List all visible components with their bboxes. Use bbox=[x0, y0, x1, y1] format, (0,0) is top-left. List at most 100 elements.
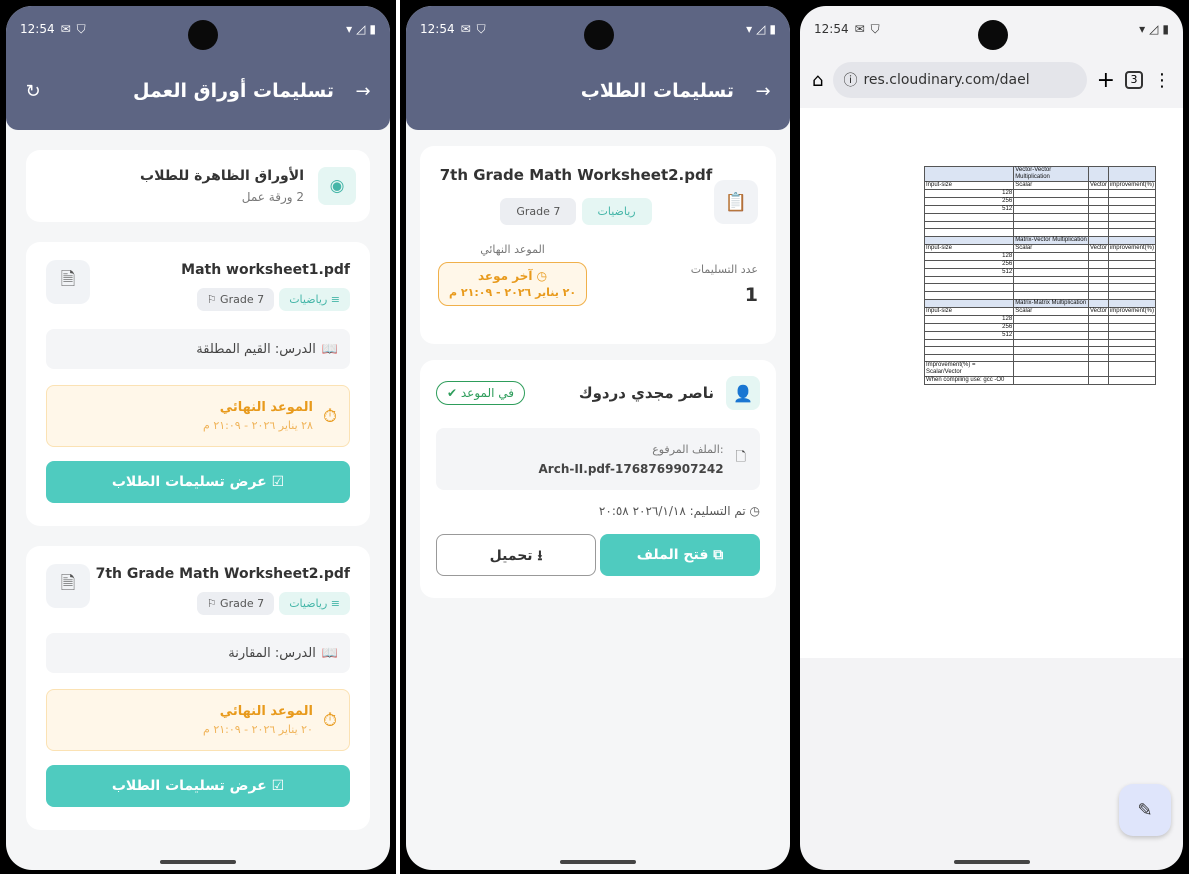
student-name: ناصر مجدي دردوك bbox=[578, 384, 714, 402]
checkbox-icon: ☑ bbox=[271, 474, 285, 490]
table-row bbox=[923, 220, 1157, 230]
home-icon[interactable]: ⌂ bbox=[812, 70, 823, 91]
table-cell bbox=[1087, 376, 1109, 386]
table-cell bbox=[1107, 228, 1157, 237]
page-title: تسليمات أوراق العمل bbox=[132, 80, 334, 102]
table-cell bbox=[1107, 259, 1157, 269]
visible-title: الأوراق الظاهرة للطلاب bbox=[140, 168, 304, 184]
table-cell bbox=[1107, 361, 1157, 378]
edit-fab[interactable]: ✎ bbox=[1119, 784, 1171, 836]
view-submissions-button[interactable]: ☑ عرض تسليمات الطلاب bbox=[46, 461, 350, 503]
clock-icon: ◷ bbox=[749, 504, 760, 518]
table-row: Input-size Scalar Vector improvement(%) bbox=[923, 181, 1157, 190]
table-cell: 128 bbox=[923, 251, 1015, 261]
table-row bbox=[923, 228, 1157, 237]
table-cell bbox=[1013, 338, 1089, 348]
more-icon[interactable]: ⋮ bbox=[1153, 70, 1171, 91]
phone-submissions: 12:54 ✉ ⛉ ▾ ◿ ▮ تسليمات الطلاب → 7th Gra… bbox=[400, 0, 796, 874]
app-bar: تسليمات الطلاب → bbox=[406, 52, 790, 130]
book-icon: 📖 bbox=[321, 341, 338, 357]
mail-icon: ✉ bbox=[854, 22, 865, 36]
url-bar[interactable]: ⓘ res.cloudinary.com/dael bbox=[833, 62, 1087, 98]
deadline-date: ٢٠ يناير ٢٠٢٦ - ٢١:٠٩ م bbox=[449, 286, 577, 299]
tab-count[interactable]: 3 bbox=[1125, 71, 1143, 89]
table-cell: 128 bbox=[923, 314, 1015, 324]
home-indicator bbox=[560, 860, 636, 864]
table-cell bbox=[923, 213, 1015, 222]
table-cell bbox=[1107, 189, 1157, 198]
table-cell bbox=[1087, 166, 1109, 182]
table-row bbox=[923, 290, 1157, 300]
refresh-icon[interactable]: ↻ bbox=[22, 81, 44, 102]
table-row bbox=[923, 346, 1157, 355]
view-submissions-button[interactable]: ☑ عرض تسليمات الطلاب bbox=[46, 765, 350, 807]
open-file-button[interactable]: فتح الملف ⧉ bbox=[600, 534, 760, 576]
table-cell bbox=[1087, 322, 1109, 332]
file-icon: 🗋 bbox=[735, 450, 746, 465]
deadline-date: ٢٨ يناير ٢٠٢٦ - ٢١:٠٩ م bbox=[203, 419, 313, 432]
uploaded-file-box[interactable]: الملف المرفوع: Arch-II.pdf-1768769907242… bbox=[436, 428, 760, 490]
student-submission-card: ✔ في الموعد ناصر مجدي دردوك 👤 الملف المر… bbox=[420, 360, 776, 598]
table-cell bbox=[1107, 267, 1157, 277]
document-icon: 🗎 bbox=[46, 260, 90, 304]
table-cell bbox=[1087, 290, 1109, 300]
book-icon: 📖 bbox=[321, 645, 338, 661]
back-arrow-icon[interactable]: → bbox=[752, 81, 774, 102]
checkbox-icon: ☑ bbox=[271, 778, 285, 794]
table-cell bbox=[1087, 213, 1109, 222]
table-row bbox=[923, 275, 1157, 285]
timer-icon: ⏱ bbox=[322, 405, 337, 427]
home-indicator bbox=[160, 860, 236, 864]
table-cell bbox=[1013, 322, 1089, 332]
table-cell: 128 bbox=[923, 189, 1015, 198]
table-cell bbox=[923, 166, 1015, 182]
submissions-count: 1 bbox=[744, 284, 758, 306]
table-cell: Input-size bbox=[923, 181, 1015, 190]
table-cell: 256 bbox=[923, 259, 1015, 269]
table-cell bbox=[923, 298, 1015, 308]
table-cell bbox=[1013, 283, 1089, 292]
table-row: Matrix-Matrix Multiplication bbox=[923, 298, 1157, 308]
table-cell bbox=[1087, 338, 1109, 348]
table-cell: Scalar bbox=[1013, 181, 1089, 190]
table-cell bbox=[923, 346, 1015, 355]
table-cell bbox=[1107, 338, 1157, 348]
table-cell: Input-size bbox=[923, 243, 1015, 253]
table-cell: improvement(%) bbox=[1107, 181, 1157, 190]
table-cell bbox=[1107, 346, 1157, 355]
table-cell bbox=[1087, 220, 1109, 230]
table-cell bbox=[1107, 376, 1157, 386]
table-row: 256 bbox=[923, 259, 1157, 269]
worksheet-name: 7th Grade Math Worksheet2.pdf bbox=[95, 566, 350, 582]
table-cell: Matrix-Matrix Multiplication bbox=[1013, 298, 1089, 308]
table-cell bbox=[1107, 298, 1157, 308]
file-name: 7th Grade Math Worksheet2.pdf bbox=[439, 166, 713, 184]
table-cell bbox=[1107, 235, 1157, 245]
worksheet-name: Math worksheet1.pdf bbox=[181, 262, 350, 278]
table-row: 512 bbox=[923, 330, 1157, 340]
clock: 12:54 bbox=[20, 22, 55, 36]
subject-chip: رياضيات bbox=[581, 198, 652, 225]
back-arrow-icon[interactable]: → bbox=[352, 81, 374, 102]
spreadsheet-doc: Vector-Vector Multiplication Input-size Sc… bbox=[923, 166, 1157, 386]
table-cell bbox=[1107, 166, 1157, 182]
lesson-box: 📖 الدرس: القيم المطلقة bbox=[46, 329, 350, 369]
table-cell bbox=[923, 228, 1015, 237]
table-row: 128 bbox=[923, 314, 1157, 324]
download-button[interactable]: تحميل ⭳ bbox=[436, 534, 596, 576]
grade-chip: Grade 7 bbox=[500, 198, 577, 225]
table-row: When compiling use: gcc -O0 bbox=[923, 376, 1157, 386]
subject-chip: رياضيات ≡ bbox=[279, 592, 350, 615]
mail-icon: ✉ bbox=[460, 22, 471, 36]
table-cell: Scalar bbox=[1013, 306, 1089, 316]
table-row bbox=[923, 338, 1157, 348]
shield-icon: ⛉ bbox=[76, 21, 86, 36]
signal-icon: ◿ bbox=[356, 22, 366, 36]
worksheet-card: 🗎 7th Grade Math Worksheet2.pdf ⚐ Grade … bbox=[26, 546, 370, 830]
timer-icon: ⏱ bbox=[322, 709, 337, 731]
table-cell bbox=[1107, 251, 1157, 261]
table-cell bbox=[1087, 361, 1109, 378]
visible-worksheets-card: ◉ الأوراق الظاهرة للطلاب 2 ورقة عمل bbox=[26, 150, 370, 222]
shield-icon: ⛉ bbox=[476, 21, 486, 36]
new-tab-icon[interactable]: + bbox=[1097, 68, 1115, 93]
